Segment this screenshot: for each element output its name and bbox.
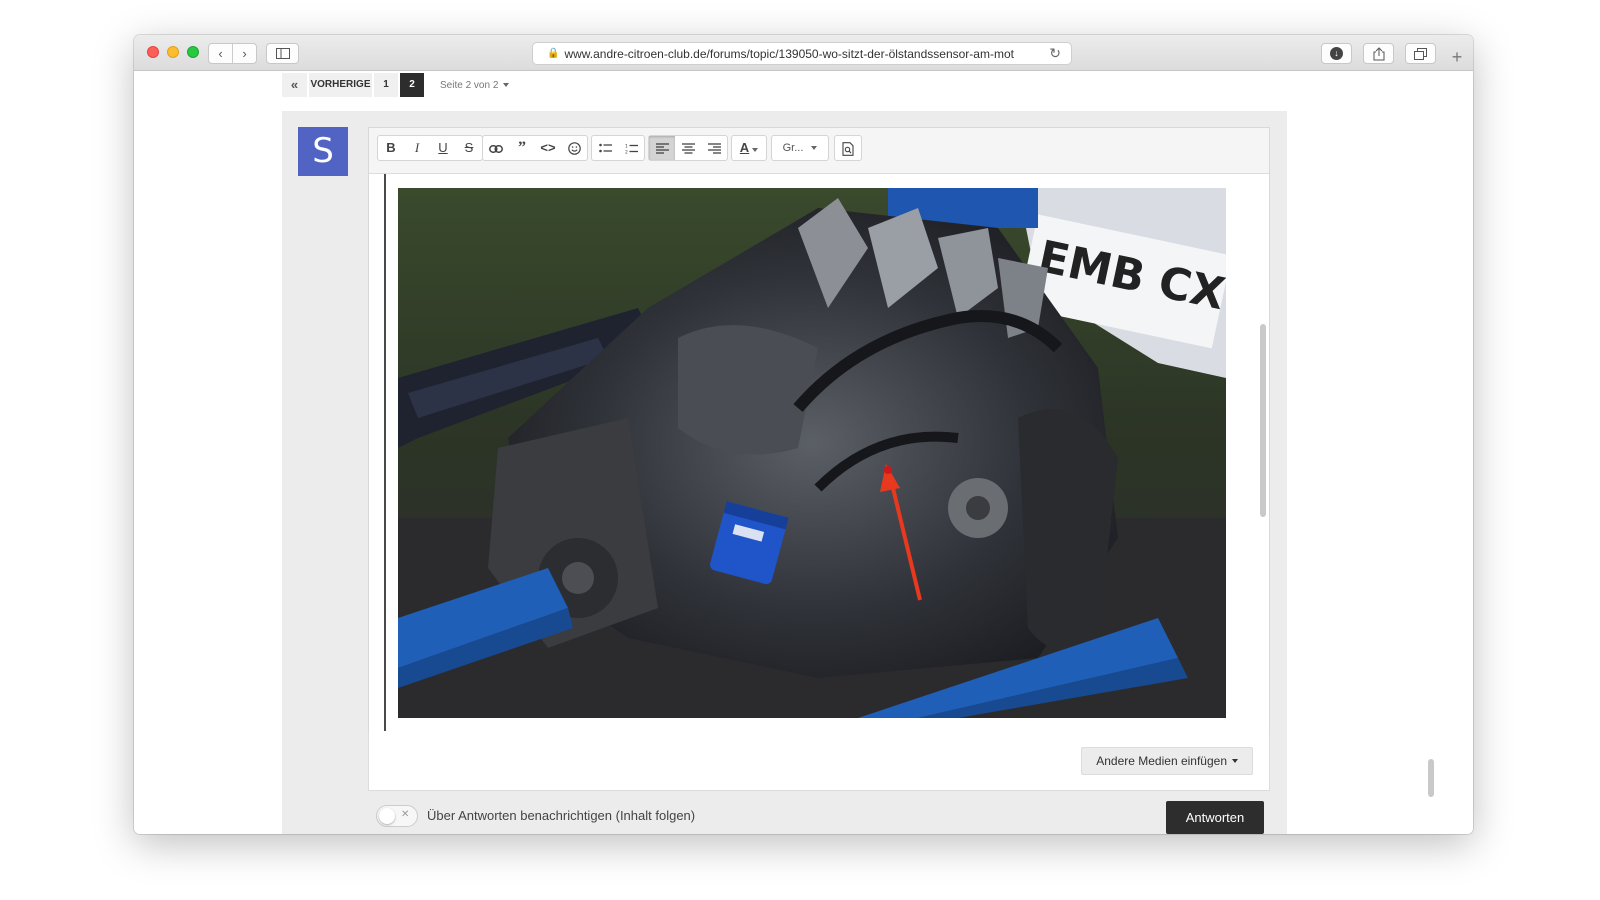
- insert-group: ” <>: [482, 135, 588, 161]
- link-button[interactable]: [483, 136, 509, 160]
- nav-buttons: ‹ ›: [208, 43, 257, 64]
- close-window-button[interactable]: [147, 46, 159, 58]
- quote-bar: [384, 174, 386, 731]
- font-group: Gr...: [771, 135, 829, 161]
- forward-icon[interactable]: ›: [233, 44, 256, 63]
- reload-icon[interactable]: ↻: [1049, 45, 1061, 62]
- media-row: Andere Medien einfügen: [368, 732, 1270, 791]
- page-jump-dropdown[interactable]: Seite 2 von 2: [440, 79, 510, 91]
- lock-icon: 🔒: [547, 48, 560, 59]
- page-scrollbar[interactable]: [1428, 759, 1434, 797]
- align-right-button[interactable]: [701, 136, 727, 160]
- text-color-button[interactable]: A: [732, 136, 766, 160]
- engine-photo[interactable]: EMB CX 67: [398, 188, 1226, 718]
- emoji-button[interactable]: [561, 136, 587, 160]
- back-icon[interactable]: ‹: [209, 44, 233, 63]
- address-bar[interactable]: 🔒 www.andre-citroen-club.de/forums/topic…: [532, 42, 1072, 65]
- pagination-previous-button[interactable]: VORHERIGE: [309, 73, 372, 97]
- toggle-knob: [379, 808, 395, 824]
- insert-media-label: Andere Medien einfügen: [1096, 754, 1227, 768]
- text-color-icon: A: [739, 140, 750, 155]
- italic-button[interactable]: I: [404, 136, 430, 160]
- align-right-icon: [707, 143, 721, 154]
- smiley-icon: [567, 142, 581, 155]
- sidebar-icon: [275, 48, 290, 59]
- caret-down-icon: [1232, 759, 1238, 763]
- download-button[interactable]: ↓: [1321, 43, 1352, 64]
- caret-down-icon: [503, 83, 510, 87]
- download-icon: ↓: [1330, 47, 1343, 60]
- browser-window: ‹ › 🔒 www.andre-citroen-club.de/forums/t…: [134, 35, 1473, 834]
- editor-scrollbar[interactable]: [1260, 324, 1266, 517]
- plus-icon[interactable]: +: [1445, 46, 1469, 70]
- align-center-icon: [681, 143, 695, 154]
- font-size-label: Gr...: [782, 142, 804, 154]
- preview-button[interactable]: [835, 136, 861, 160]
- code-icon: <>: [540, 140, 556, 155]
- align-left-button[interactable]: [649, 136, 675, 160]
- pagination-first-button[interactable]: «: [282, 73, 307, 97]
- quote-button[interactable]: ”: [509, 136, 535, 160]
- svg-text:2: 2: [625, 150, 628, 155]
- strikethrough-button[interactable]: S: [456, 136, 482, 160]
- caret-down-icon: [811, 146, 818, 150]
- pagination-page-2-current[interactable]: 2: [400, 73, 424, 97]
- page-jump-label: Seite 2 von 2: [440, 79, 499, 91]
- align-left-icon: [655, 143, 669, 154]
- code-button[interactable]: <>: [535, 136, 561, 160]
- reply-button[interactable]: Antworten: [1166, 801, 1264, 834]
- close-icon: ✕: [401, 809, 410, 820]
- numbered-list-icon: 12: [625, 144, 638, 156]
- notify-row: ✕ Über Antworten benachrichtigen (Inhalt…: [368, 801, 1270, 834]
- sidebar-button[interactable]: [266, 43, 299, 64]
- preview-icon: [842, 141, 854, 156]
- bullet-list-icon: [598, 143, 612, 153]
- follow-toggle[interactable]: ✕: [376, 805, 418, 827]
- font-size-dropdown[interactable]: Gr...: [772, 136, 828, 160]
- link-icon: [489, 144, 503, 153]
- share-icon: [1373, 46, 1384, 60]
- tabs-button[interactable]: [1405, 43, 1436, 64]
- caret-down-icon: [752, 148, 759, 152]
- browser-titlebar: ‹ › 🔒 www.andre-citroen-club.de/forums/t…: [134, 35, 1473, 71]
- text-color-group: A: [731, 135, 767, 161]
- numbered-list-button[interactable]: 12: [618, 136, 644, 160]
- rich-text-editor: B I U S ” <> 1 2 A Gr... EMB CX: [368, 127, 1270, 732]
- follow-label: Über Antworten benachrichtigen (Inhalt f…: [427, 808, 696, 823]
- underline-button[interactable]: U: [430, 136, 456, 160]
- editor-content[interactable]: EMB CX 67: [369, 174, 1269, 732]
- bulleted-list-button[interactable]: [592, 136, 618, 160]
- address-url: www.andre-citroen-club.de/forums/topic/1…: [564, 46, 1014, 61]
- avatar[interactable]: S: [298, 127, 348, 176]
- minimize-window-button[interactable]: [167, 46, 179, 58]
- pagination: « VORHERIGE 1 2 Seite 2 von 2: [282, 73, 510, 97]
- list-group: 12: [591, 135, 645, 161]
- zoom-window-button[interactable]: [187, 46, 199, 58]
- pagination-page-1[interactable]: 1: [374, 73, 398, 97]
- quote-icon: ”: [518, 139, 526, 156]
- web-page: « VORHERIGE 1 2 Seite 2 von 2 S B I U S: [134, 71, 1473, 834]
- align-center-button[interactable]: [675, 136, 701, 160]
- align-group: [648, 135, 728, 161]
- editor-toolbar: B I U S ” <> 1 2 A Gr...: [369, 128, 1269, 174]
- reply-area: S B I U S ” <> 1 2 A Gr... EMB CX Andere…: [282, 111, 1287, 834]
- insert-media-button[interactable]: Andere Medien einfügen: [1081, 747, 1253, 775]
- tabs-icon: [1414, 47, 1427, 60]
- svg-text:1: 1: [625, 144, 628, 150]
- bold-button[interactable]: B: [378, 136, 404, 160]
- share-button[interactable]: [1363, 43, 1394, 64]
- format-group: B I U S: [377, 135, 483, 161]
- preview-group: [834, 135, 862, 161]
